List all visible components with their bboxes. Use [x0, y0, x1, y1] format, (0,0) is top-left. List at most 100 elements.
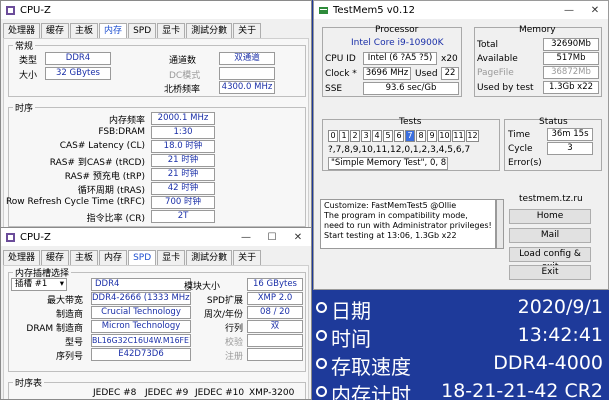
tab-mainboard[interactable]: 主板 — [70, 250, 99, 265]
log-line: Customize: FastMemTest5 @Ollie — [324, 201, 457, 210]
clock-value: 3696 MHz — [363, 67, 411, 80]
log-scrollbar[interactable] — [496, 199, 504, 249]
timing-value: 18.0 时钟 — [151, 140, 215, 153]
log-line: The program in compatibility mode, — [324, 211, 468, 220]
titlebar[interactable]: CPU-Z — [1, 1, 311, 19]
titlebar[interactable]: CPU-Z — ☐ ✕ — [1, 228, 311, 246]
tab-processor[interactable]: 处理器 — [3, 23, 41, 38]
tab-mainboard[interactable]: 主板 — [70, 23, 99, 38]
tab-memory[interactable]: 内存 — [99, 250, 128, 265]
cpuz-icon — [6, 232, 15, 242]
used-label: Used — [415, 69, 438, 79]
site-link[interactable]: testmem.tz.ru — [519, 194, 583, 204]
log-line: need to run with Administrator privilege… — [324, 221, 492, 230]
test-cells: 0 1 2 3 4 5 6 7 8 9 10 11 12 — [328, 130, 498, 142]
spd-ext-label: SPD扩展 — [206, 296, 243, 306]
overlay-value: 2020/9/1 — [517, 296, 603, 318]
tab-bench[interactable]: 測試分數 — [186, 23, 233, 38]
errors-label: Error(s) — [508, 158, 542, 168]
timing-label: FSB:DRAM — [98, 127, 145, 137]
info-overlay: 日期 2020/9/1 时间 13:42:41 存取速度 DDR4-4000 内… — [313, 290, 609, 400]
test-cell: 11 — [452, 130, 465, 142]
test-cell: 5 — [383, 130, 393, 142]
memory-panel: 常规 类型 DDR4 大小 32 GBytes 通道数 双通道 DC模式 北桥频… — [3, 38, 309, 227]
minimize-button[interactable]: — — [233, 228, 259, 246]
nb-freq-value: 4300.0 MHz — [219, 81, 275, 94]
log-box[interactable]: Customize: FastMemTest5 @Ollie The progr… — [320, 199, 496, 249]
timing-label: 循环周期 (tRAS) — [77, 186, 145, 196]
test-cell-active: 7 — [405, 130, 415, 142]
test-cell: 12 — [466, 130, 479, 142]
test-cell: 3 — [361, 130, 371, 142]
tab-about[interactable]: 关于 — [233, 23, 262, 38]
tab-cache[interactable]: 缓存 — [41, 23, 70, 38]
size-value: 32 GBytes — [45, 67, 111, 80]
clock-label: Clock * — [325, 69, 357, 79]
timing-label: RAS# 到CAS# (tRCD) — [49, 158, 145, 168]
week-year-value: 08 / 20 — [247, 306, 303, 319]
tab-graphics[interactable]: 显卡 — [157, 23, 186, 38]
testmem-icon — [319, 6, 328, 14]
window-title: CPU-Z — [20, 231, 51, 243]
tab-graphics[interactable]: 显卡 — [157, 250, 186, 265]
mail-button[interactable]: Mail — [509, 228, 591, 243]
tab-cache[interactable]: 缓存 — [41, 250, 70, 265]
manufacturer-value: Crucial Technology — [91, 306, 191, 319]
type-label: 类型 — [19, 56, 38, 66]
close-button[interactable]: ✕ — [582, 1, 608, 19]
tests-group: Tests 0 1 2 3 4 5 6 7 8 9 10 11 12 ?,7,8… — [322, 117, 500, 171]
bullet-icon — [316, 358, 327, 369]
home-button[interactable]: Home — [509, 209, 591, 224]
timing-label: RAS# 预充电 (tRP) — [64, 172, 145, 182]
test-cell: 10 — [438, 130, 451, 142]
load-config-exit-button[interactable]: Load config & exit — [509, 247, 591, 272]
slot-select[interactable]: 插槽 #1 ▾ — [11, 278, 67, 291]
overlay-label: 日期 — [331, 299, 371, 323]
test-cell: 8 — [416, 130, 426, 142]
general-title: 常规 — [13, 39, 36, 52]
close-button[interactable]: ✕ — [285, 228, 311, 246]
dram-mfr-value: Micron Technology — [91, 320, 191, 333]
overlay-label: 时间 — [331, 327, 371, 351]
exit-button[interactable]: Exit — [509, 265, 591, 280]
sse-label: SSE — [325, 84, 343, 94]
timing-value: 21 时钟 — [151, 168, 215, 181]
pagefile-value: 36872Mb — [543, 66, 599, 79]
test-config: "Simple Memory Test", 0, 8Mb — [328, 157, 448, 170]
part-number-label: 型号 — [64, 338, 83, 348]
registered-label: 注册 — [224, 352, 243, 362]
cpuid-value: Intel (6 ?A5 ?5) — [363, 52, 437, 65]
window-title: TestMem5 v0.12 — [333, 4, 415, 16]
maximize-button[interactable]: ☐ — [259, 228, 285, 246]
timing-value: 2000.1 MHz — [151, 112, 215, 125]
timing-label: Row Refresh Cycle Time (tRFC) — [5, 197, 145, 207]
window-title: CPU-Z — [20, 4, 51, 16]
time-value: 36m 15s — [547, 128, 593, 141]
nb-freq-label: 北桥频率 — [164, 85, 201, 95]
tab-memory[interactable]: 内存 — [99, 23, 128, 38]
available-value: 517Mb — [543, 52, 599, 65]
titlebar[interactable]: TestMem5 v0.12 — ✕ — [314, 1, 608, 19]
tab-spd[interactable]: SPD — [128, 23, 157, 38]
tab-spd[interactable]: SPD — [128, 250, 157, 265]
timing-label: 指令比率 (CR) — [86, 214, 145, 224]
timing-table-header: JEDEC #10 — [195, 388, 245, 398]
timing-table-header: JEDEC #9 — [145, 388, 189, 398]
test-cell: 9 — [427, 130, 437, 142]
bullet-icon — [316, 386, 327, 397]
overlay-row-timings: 内存计时 18-21-21-42 CR2 — [313, 378, 609, 400]
maxbw-value: DDR4-2666 (1333 MHz) — [91, 292, 191, 305]
overlay-row-date: 日期 2020/9/1 — [313, 294, 609, 323]
cpuid-label: CPU ID — [325, 54, 356, 64]
tab-bench[interactable]: 測試分數 — [186, 250, 233, 265]
tab-processor[interactable]: 处理器 — [3, 250, 41, 265]
minimize-button[interactable]: — — [556, 1, 582, 19]
tab-bar: 处理器 缓存 主板 内存 SPD 显卡 測試分數 关于 — [1, 23, 311, 38]
spd-panel: 内存插槽选择 插槽 #1 ▾ DDR4 模块大小 16 GBytes 最大带宽 D… — [3, 265, 309, 399]
tab-about[interactable]: 关于 — [233, 250, 262, 265]
time-label: Time — [508, 130, 531, 140]
memory-title: Memory — [519, 25, 556, 35]
channels-label: 通道数 — [169, 56, 197, 66]
timing-value: 21 时钟 — [151, 154, 215, 167]
part-number-value: BL16G32C16U4W.M16FE1 — [91, 334, 191, 347]
